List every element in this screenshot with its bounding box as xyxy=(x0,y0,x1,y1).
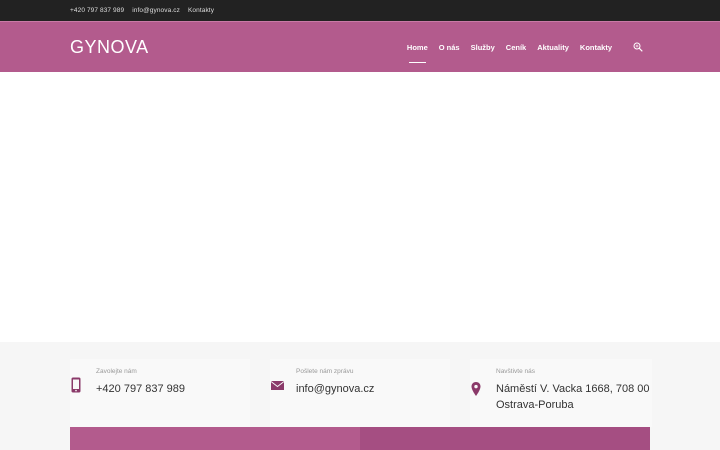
envelope-icon xyxy=(270,381,285,390)
contact-visit-label: Navštivte nás xyxy=(496,368,536,375)
phone-icon xyxy=(71,377,81,393)
top-bar-links: +420 797 837 989 info@gynova.cz Kontakty xyxy=(70,0,214,21)
contact-mail-label: Pošlete nám zprávu xyxy=(296,368,354,375)
top-bar: +420 797 837 989 info@gynova.cz Kontakty xyxy=(0,0,720,21)
contact-mail-value[interactable]: info@gynova.cz xyxy=(296,381,374,397)
contact-visit-value: Náměstí V. Vacka 1668, 708 00 Ostrava-Po… xyxy=(496,383,650,411)
nav-pricing[interactable]: Ceník xyxy=(506,22,526,73)
main-header: GYNOVA Home O nás Služby Ceník Aktuality… xyxy=(0,21,720,72)
news-panel xyxy=(70,427,360,450)
top-phone-link[interactable]: +420 797 837 989 xyxy=(70,7,124,14)
nav-home[interactable]: Home xyxy=(407,22,428,73)
nav-contacts[interactable]: Kontakty xyxy=(580,22,612,73)
contact-call-value[interactable]: +420 797 837 989 xyxy=(96,381,185,397)
info-panel xyxy=(360,427,650,450)
search-icon[interactable] xyxy=(633,42,643,52)
nav-news[interactable]: Aktuality xyxy=(537,22,569,73)
contact-call-label: Zavolejte nám xyxy=(96,368,137,375)
nav-services[interactable]: Služby xyxy=(471,22,495,73)
top-email-link[interactable]: info@gynova.cz xyxy=(132,7,180,14)
main-nav: Home O nás Služby Ceník Aktuality Kontak… xyxy=(407,22,612,73)
hero-area xyxy=(0,72,720,342)
logo[interactable]: GYNOVA xyxy=(70,37,149,58)
nav-about[interactable]: O nás xyxy=(439,22,460,73)
top-contacts-link[interactable]: Kontakty xyxy=(188,7,214,14)
contact-card-call: Zavolejte nám +420 797 837 989 xyxy=(70,359,250,427)
contact-card-mail: Pošlete nám zprávu info@gynova.cz xyxy=(270,359,450,427)
map-pin-icon xyxy=(471,382,481,396)
contact-card-visit: Navštivte nás Náměstí V. Vacka 1668, 708… xyxy=(470,359,652,427)
